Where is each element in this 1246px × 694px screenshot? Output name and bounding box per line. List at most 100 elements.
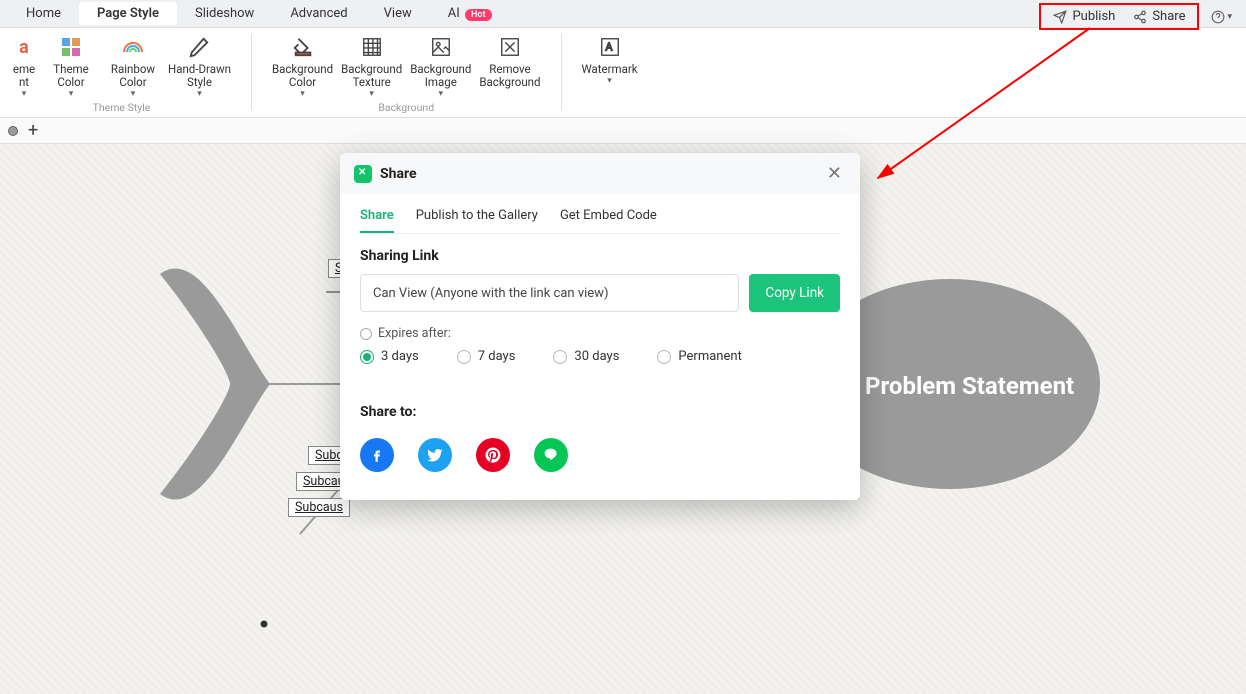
tab-slideshow[interactable]: Slideshow [177, 2, 272, 25]
twitter-icon[interactable] [418, 438, 452, 472]
sharing-link-title: Sharing Link [360, 248, 840, 264]
expire-30days-label: 30 days [574, 349, 619, 364]
ribbon-theme-color-label: Theme Color [53, 63, 88, 89]
swatch-icon [60, 36, 82, 58]
ribbon-theme[interactable]: a eme nt ▾ [12, 34, 36, 99]
expire-options: 3 days 7 days 30 days Permanent [360, 349, 840, 364]
share-button[interactable]: Share [1125, 7, 1193, 26]
group-label-background: Background [378, 101, 434, 116]
ribbon-bg-image[interactable]: Background Image ▾ [410, 34, 471, 99]
share-modal: Share ✕ Share Publish to the Gallery Get… [340, 153, 860, 500]
tab-ai-label: AI [448, 6, 460, 21]
chevron-down-icon: ▾ [69, 89, 74, 99]
expires-label: Expires after: [360, 326, 840, 341]
expire-7days-label: 7 days [478, 349, 516, 364]
tab-view[interactable]: View [366, 2, 430, 25]
top-right-actions: Publish Share ▾ [1039, 3, 1238, 30]
hot-badge: Hot [465, 9, 492, 21]
add-document-tab[interactable]: + [28, 120, 38, 141]
share-nodes-icon [1133, 10, 1147, 24]
pinterest-icon[interactable] [476, 438, 510, 472]
ribbon-removebg-label: Remove Background [479, 63, 540, 89]
group-label-theme-style: Theme Style [93, 101, 151, 116]
modal-tab-embed-code[interactable]: Get Embed Code [560, 204, 657, 233]
ribbon-handdrawn-label: Hand-Drawn Style [168, 63, 231, 89]
ribbon-rainbow-color[interactable]: Rainbow Color ▾ [106, 34, 160, 99]
subcause-node[interactable]: Subcaus [288, 498, 350, 517]
svg-text:A: A [605, 41, 613, 54]
permission-select[interactable] [360, 274, 739, 312]
modal-tab-publish-gallery[interactable]: Publish to the Gallery [416, 204, 538, 233]
expires-label-text: Expires after: [378, 326, 451, 341]
modal-tabs: Share Publish to the Gallery Get Embed C… [360, 204, 840, 234]
ribbon-group-watermark: A Watermark ▾ [576, 34, 644, 116]
ribbon-separator [251, 34, 252, 110]
radio-icon [360, 328, 372, 340]
chevron-down-icon: ▾ [22, 89, 27, 99]
document-tab-bar: + [0, 118, 1246, 144]
ribbon-group-background: Background Color ▾ Background Texture ▾ … [266, 34, 547, 116]
radio-icon [553, 350, 567, 364]
chevron-down-icon: ▾ [369, 89, 374, 99]
chevron-down-icon: ▾ [607, 76, 612, 86]
image-icon [430, 36, 452, 58]
ribbon-theme-color[interactable]: Theme Color ▾ [44, 34, 98, 99]
ribbon-watermark[interactable]: A Watermark ▾ [582, 34, 638, 86]
paint-bucket-icon [292, 36, 314, 58]
ribbon-group-theme-style: a eme nt ▾ Theme Color ▾ Rainbow Color ▾… [6, 34, 237, 116]
expire-3days-label: 3 days [381, 349, 419, 364]
theme-letter-icon: a [19, 37, 29, 58]
help-button[interactable]: ▾ [1205, 8, 1238, 26]
expire-permanent-label: Permanent [678, 349, 741, 364]
fish-head-label[interactable]: Problem Statement [865, 372, 1074, 400]
tab-page-style[interactable]: Page Style [79, 2, 177, 25]
copy-link-button[interactable]: Copy Link [749, 274, 840, 312]
expire-option-3days[interactable]: 3 days [360, 349, 419, 364]
radio-icon [360, 350, 374, 364]
facebook-icon[interactable] [360, 438, 394, 472]
expire-option-permanent[interactable]: Permanent [657, 349, 741, 364]
radio-icon [457, 350, 471, 364]
chevron-down-icon: ▾ [131, 89, 136, 99]
chevron-down-icon: ▾ [439, 89, 444, 99]
document-tab-dot[interactable] [8, 126, 18, 136]
ribbon-bgtexture-label: Background Texture [341, 63, 402, 89]
link-row: Copy Link [360, 274, 840, 312]
tab-home[interactable]: Home [8, 2, 79, 25]
expire-option-7days[interactable]: 7 days [457, 349, 516, 364]
modal-header: Share ✕ [340, 153, 860, 194]
modal-body: Share Publish to the Gallery Get Embed C… [340, 194, 860, 500]
ribbon-watermark-label: Watermark [582, 63, 638, 76]
texture-icon [361, 36, 383, 58]
rainbow-icon [122, 36, 144, 58]
question-circle-icon [1211, 10, 1225, 24]
watermark-icon: A [599, 36, 621, 58]
ribbon: a eme nt ▾ Theme Color ▾ Rainbow Color ▾… [0, 28, 1246, 118]
ribbon-hand-drawn[interactable]: Hand-Drawn Style ▾ [168, 34, 231, 99]
chevron-down-icon: ▾ [1227, 12, 1232, 22]
app-logo-icon [354, 165, 372, 183]
publish-button[interactable]: Publish [1045, 7, 1123, 26]
main-tabs: Home Page Style Slideshow Advanced View … [0, 0, 1246, 28]
ribbon-bg-color[interactable]: Background Color ▾ [272, 34, 333, 99]
social-row [360, 438, 840, 472]
ribbon-bgimage-label: Background Image [410, 63, 471, 89]
paper-plane-icon [1053, 10, 1067, 24]
chevron-down-icon: ▾ [197, 89, 202, 99]
chevron-down-icon: ▾ [300, 89, 305, 99]
tab-advanced[interactable]: Advanced [272, 2, 365, 25]
tab-ai[interactable]: AI Hot [430, 2, 510, 25]
ribbon-separator [561, 34, 562, 110]
modal-tab-share[interactable]: Share [360, 204, 394, 233]
expire-option-30days[interactable]: 30 days [553, 349, 619, 364]
ribbon-remove-bg[interactable]: Remove Background [479, 34, 540, 99]
remove-image-icon [499, 36, 521, 58]
share-to-title: Share to: [360, 404, 840, 420]
ribbon-bg-texture[interactable]: Background Texture ▾ [341, 34, 402, 99]
pencil-icon [188, 36, 210, 58]
line-icon[interactable] [534, 438, 568, 472]
radio-icon [657, 350, 671, 364]
close-icon[interactable]: ✕ [823, 163, 846, 184]
ribbon-bgcolor-label: Background Color [272, 63, 333, 89]
modal-title: Share [380, 166, 417, 182]
